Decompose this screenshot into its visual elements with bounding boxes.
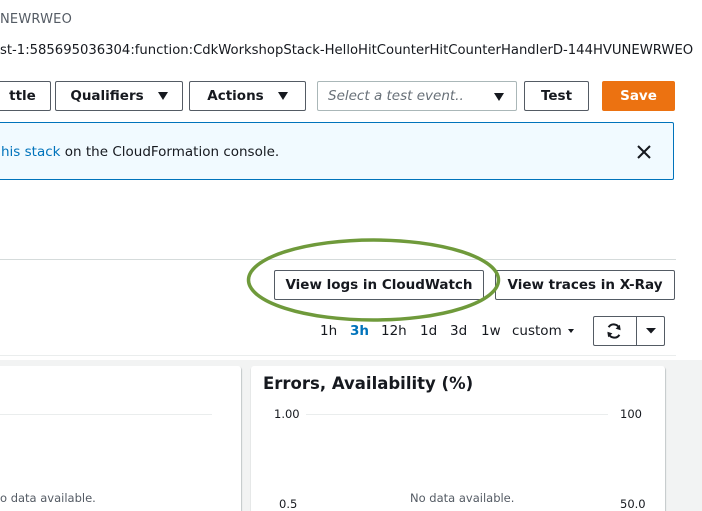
close-icon[interactable] bbox=[633, 141, 655, 163]
test-button[interactable]: Test bbox=[524, 81, 589, 111]
test-event-select[interactable]: Select a test event.. bbox=[317, 81, 517, 111]
left-axis-tick: 1.00 bbox=[274, 407, 300, 421]
left-axis-tick: 0.5 bbox=[279, 497, 298, 511]
range-3h[interactable]: 3h bbox=[350, 323, 369, 339]
info-banner: his stack on the CloudFormation console. bbox=[0, 122, 674, 180]
qualifiers-label: Qualifiers bbox=[70, 88, 144, 104]
caret-down-icon[interactable] bbox=[644, 326, 658, 336]
actions-dropdown[interactable]: Actions bbox=[189, 81, 306, 111]
chart-gridline bbox=[0, 414, 212, 415]
range-3d[interactable]: 3d bbox=[450, 323, 467, 339]
caret-down-icon bbox=[494, 93, 504, 101]
range-1d[interactable]: 1d bbox=[420, 323, 437, 339]
function-arn: st-1:585695036304:function:CdkWorkshopSt… bbox=[0, 43, 694, 58]
caret-down-icon bbox=[567, 329, 574, 333]
stack-link[interactable]: his stack bbox=[1, 144, 60, 160]
no-data-message: o data available. bbox=[0, 491, 96, 505]
caret-down-icon bbox=[157, 92, 168, 100]
view-traces-xray-button[interactable]: View traces in X-Ray bbox=[495, 270, 675, 300]
no-data-message: No data available. bbox=[410, 491, 515, 505]
qualifiers-dropdown[interactable]: Qualifiers bbox=[55, 81, 183, 111]
caret-down-icon bbox=[277, 92, 288, 100]
range-12h[interactable]: 12h bbox=[381, 323, 407, 339]
chart-gridline bbox=[306, 414, 608, 415]
save-button[interactable]: Save bbox=[602, 81, 675, 111]
refresh-split-divider bbox=[636, 316, 637, 346]
chart-card-left bbox=[0, 366, 241, 511]
throttle-button[interactable]: ttle bbox=[0, 81, 51, 111]
right-axis-tick: 100 bbox=[620, 407, 642, 421]
range-custom[interactable]: custom bbox=[512, 323, 574, 339]
range-1h[interactable]: 1h bbox=[320, 323, 337, 339]
actions-label: Actions bbox=[207, 88, 264, 104]
custom-label: custom bbox=[512, 323, 562, 339]
function-name: NEWRWEO bbox=[0, 12, 72, 27]
lambda-console-page: NEWRWEO st-1:585695036304:function:CdkWo… bbox=[0, 0, 702, 511]
refresh-icon[interactable] bbox=[604, 321, 624, 341]
banner-text: on the CloudFormation console. bbox=[60, 144, 280, 160]
banner-message: his stack on the CloudFormation console. bbox=[1, 144, 279, 160]
chart-title: Errors, Availability (%) bbox=[263, 374, 474, 393]
right-axis-tick: 50.0 bbox=[620, 497, 646, 511]
range-1w[interactable]: 1w bbox=[481, 323, 501, 339]
toolbar-underline bbox=[0, 355, 676, 356]
highlight-annotation bbox=[246, 238, 501, 322]
test-event-placeholder: Select a test event.. bbox=[328, 88, 464, 104]
